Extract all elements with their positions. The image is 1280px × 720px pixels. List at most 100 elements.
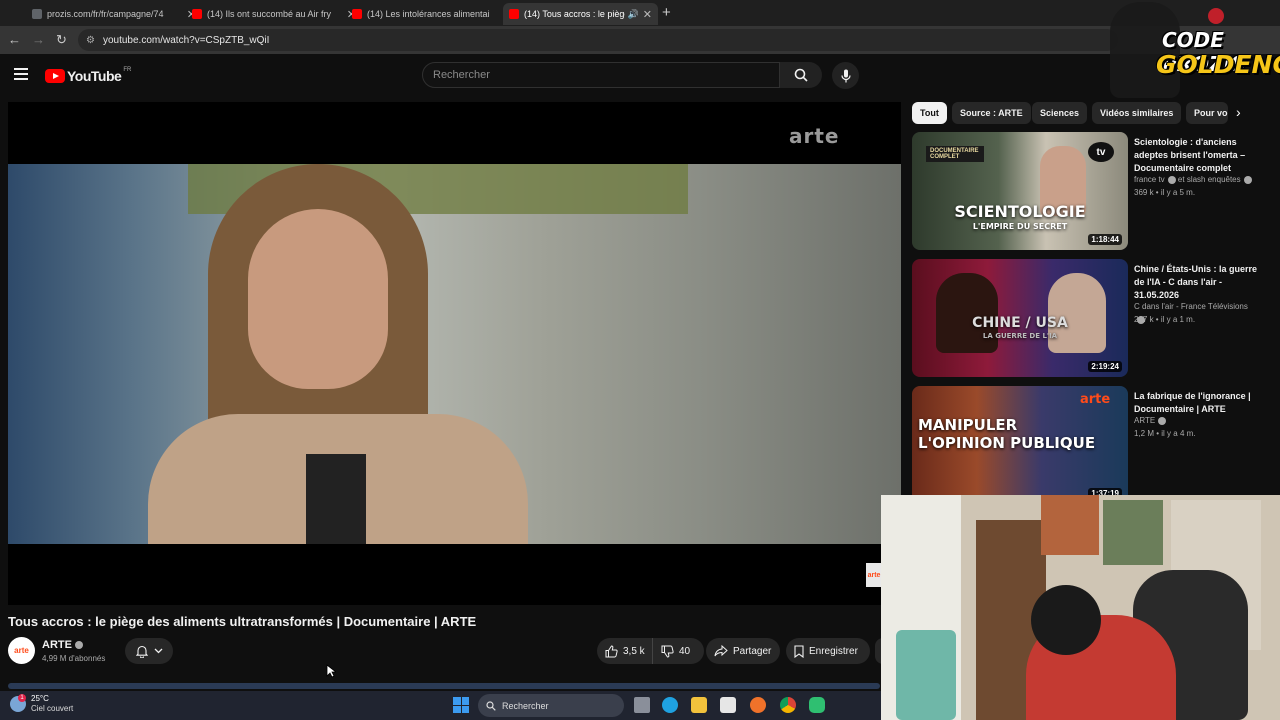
search-box[interactable]	[422, 62, 780, 88]
recommendation-title[interactable]: Scientologie : d'anciens adeptes brisent…	[1134, 136, 1258, 175]
recommendation-item[interactable]: DOCUMENTAIRE COMPLET tv SCIENTOLOGIE L'E…	[912, 132, 1257, 252]
close-icon[interactable]: ✕	[643, 8, 652, 21]
recommendation-item[interactable]: arte MANIPULER L'OPINION PUBLIQUE 1:37:1…	[912, 386, 1257, 506]
search-button[interactable]	[780, 62, 822, 88]
url-text[interactable]: youtube.com/watch?v=CSpZTB_wQiI	[103, 35, 269, 46]
video-thumbnail[interactable]: arte MANIPULER L'OPINION PUBLIQUE 1:37:1…	[912, 386, 1128, 504]
video-thumbnail[interactable]: DOCUMENTAIRE COMPLET tv SCIENTOLOGIE L'E…	[912, 132, 1128, 250]
reload-icon[interactable]: ↻	[56, 32, 67, 48]
overlay-emblem-icon	[1208, 8, 1224, 24]
youtube-header: YouTube FR	[0, 54, 1280, 98]
forward-icon[interactable]: →	[32, 32, 45, 47]
description-box-edge[interactable]	[8, 683, 880, 689]
speaker-icon[interactable]: 🔊	[628, 9, 639, 20]
weather-description: Ciel couvert	[31, 704, 74, 713]
chip-sciences[interactable]: Sciences	[1032, 102, 1088, 124]
file-explorer-icon[interactable]	[691, 697, 707, 713]
mouse-cursor-icon	[326, 664, 336, 678]
edge-icon[interactable]	[662, 697, 678, 713]
save-icon	[794, 644, 804, 658]
back-icon[interactable]: ←	[8, 32, 21, 47]
search-icon	[794, 68, 808, 82]
recommendation-channel[interactable]: france tv et slash enquêtes	[1134, 173, 1258, 186]
channel-text[interactable]: ARTE	[1134, 416, 1155, 425]
voice-search-button[interactable]	[832, 62, 859, 89]
verified-icon	[1167, 175, 1176, 184]
store-icon[interactable]	[720, 697, 736, 713]
new-tab-button[interactable]: +	[662, 4, 671, 21]
chip-tout[interactable]: Tout	[912, 102, 947, 124]
recommendation-channel[interactable]: ARTE	[1134, 414, 1258, 427]
channel-extra[interactable]: et slash enquêtes	[1178, 175, 1241, 184]
weather-temperature: 25°C	[31, 694, 49, 703]
duration-badge: 2:19:24	[1088, 361, 1122, 372]
tab-airfryer[interactable]: (14) Ils ont succombé au Air fry ✕	[186, 3, 362, 25]
thumbnail-person	[936, 273, 998, 353]
site-info-icon[interactable]: ⚙	[86, 35, 95, 46]
arte-watermark: arte	[789, 124, 840, 148]
firefox-icon[interactable]	[750, 697, 766, 713]
subscriber-count: 4,99 M d'abonnés	[42, 654, 106, 663]
chrome-icon[interactable]	[780, 697, 796, 713]
channel-text[interactable]: C dans l'air - France Télévisions	[1134, 302, 1248, 311]
windows-taskbar: 1 25°C Ciel couvert Rechercher	[0, 691, 881, 720]
thumbnail-title: MANIPULER	[918, 416, 1018, 434]
recommendation-title[interactable]: Chine / États-Unis : la guerre de l'IA -…	[1134, 263, 1258, 302]
webcam-bottles	[896, 630, 956, 720]
windows-start-icon[interactable]	[453, 697, 469, 713]
view-count: 207 k	[1134, 315, 1154, 324]
channel-name[interactable]: ARTE	[42, 639, 83, 651]
tab-intolerances[interactable]: (14) Les intolérances alimentai ✕	[346, 3, 522, 25]
search-input[interactable]	[433, 69, 779, 81]
channel-name-text[interactable]: ARTE	[42, 639, 72, 651]
share-icon	[714, 645, 728, 657]
webcam-overlay	[881, 495, 1280, 720]
video-title: Tous accros : le piège des aliments ultr…	[8, 614, 477, 629]
tab-tous-accros[interactable]: (14) Tous accros : le piège d 🔊 ✕	[503, 3, 658, 25]
globe-icon	[32, 9, 42, 19]
app-icon[interactable]	[809, 697, 825, 713]
view-count: 369 k	[1134, 188, 1154, 197]
save-button[interactable]: Enregistrer	[786, 638, 870, 664]
video-frame	[8, 164, 901, 544]
chevron-right-icon[interactable]: ›	[1236, 104, 1241, 120]
recommendation-stats: 1,2 M • il y a 4 m.	[1134, 429, 1196, 438]
dislike-count: 40	[679, 645, 691, 657]
search-icon	[486, 700, 496, 711]
bell-icon	[135, 645, 148, 658]
chip-videos-similaires[interactable]: Vidéos similaires	[1092, 102, 1182, 124]
menu-icon[interactable]	[14, 68, 28, 80]
notifications-button[interactable]	[125, 638, 173, 664]
video-player[interactable]: arte	[8, 102, 901, 605]
task-view-icon[interactable]	[634, 697, 650, 713]
upload-age: il y a 5 m.	[1160, 188, 1196, 197]
documentary-badge: DOCUMENTAIRE COMPLET	[926, 146, 984, 162]
weather-widget[interactable]: 1 25°C Ciel couvert	[10, 694, 73, 714]
chip-source-arte[interactable]: Source : ARTE	[952, 102, 1031, 124]
overlay-line-2: GOLDENG	[1156, 50, 1280, 79]
address-bar[interactable]: ⚙ youtube.com/watch?v=CSpZTB_wQiI	[78, 29, 1118, 51]
video-subject-face	[248, 209, 388, 389]
duration-badge: 1:18:44	[1088, 234, 1122, 245]
channel-text[interactable]: france tv	[1134, 175, 1165, 184]
recommendation-stats: 207 k • il y a 1 m.	[1134, 315, 1196, 324]
weather-badge: 1	[18, 694, 26, 702]
thumbnail-subtitle: LA GUERRE DE L'IA	[982, 332, 1058, 340]
recommendation-item[interactable]: CHINE / USA LA GUERRE DE L'IA 2:19:24 Ch…	[912, 259, 1257, 379]
like-button[interactable]: 3,5 k	[597, 638, 653, 664]
region-code: FR	[123, 67, 132, 73]
avatar[interactable]: arte	[8, 637, 35, 664]
video-thumbnail[interactable]: CHINE / USA LA GUERRE DE L'IA 2:19:24	[912, 259, 1128, 377]
taskbar-search[interactable]: Rechercher	[478, 694, 624, 717]
chip-pour-vous[interactable]: Pour vo	[1186, 102, 1228, 124]
tab-prozis[interactable]: prozis.com/fr/fr/campagne/74 ✕	[26, 3, 202, 25]
webcam-poster	[1103, 500, 1163, 565]
dislike-button[interactable]: 40	[653, 638, 690, 664]
like-count: 3,5 k	[623, 645, 645, 657]
recommendation-title[interactable]: La fabrique de l'ignorance | Documentair…	[1134, 390, 1258, 416]
view-count: 1,2 M	[1134, 429, 1155, 438]
share-button[interactable]: Partager	[706, 638, 780, 664]
arte-channel-watermark[interactable]: arte	[866, 563, 882, 587]
youtube-logo[interactable]: YouTube FR	[45, 67, 132, 84]
browser-toolbar: ← → ↻ ⚙ youtube.com/watch?v=CSpZTB_wQiI	[0, 26, 1280, 54]
